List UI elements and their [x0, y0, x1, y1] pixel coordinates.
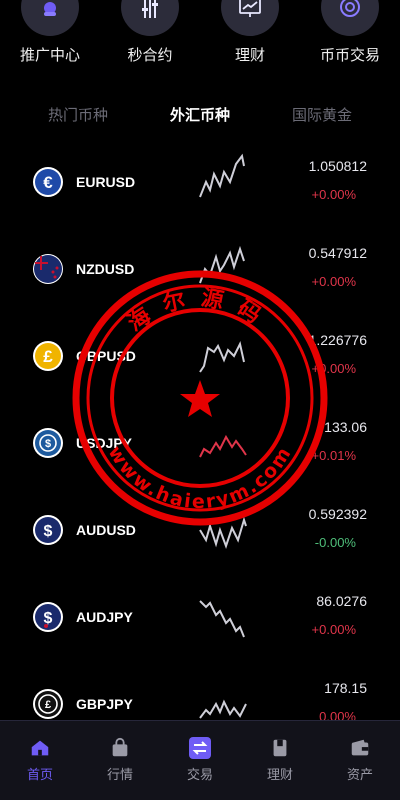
- market-price: 86.0276: [316, 593, 367, 609]
- sparkline: [199, 516, 247, 549]
- nav-label: 理财: [266, 767, 293, 782]
- market-tabs: 热门币种 外汇币种 国际黄金: [0, 104, 400, 128]
- quick-action-label: 理财: [234, 47, 265, 64]
- nav-trade[interactable]: 交易: [160, 721, 240, 800]
- nav-label: 资产: [346, 767, 373, 782]
- market-change: -0.00%: [314, 535, 356, 550]
- coin-trade-icon: [321, 0, 379, 36]
- usdjpy-flag-icon: $: [33, 428, 63, 458]
- market-symbol: GBPJPY: [76, 696, 133, 712]
- quick-action-label: 推广中心: [19, 47, 80, 64]
- market-row-gbpusd[interactable]: £ GBPUSD 1.226776 +0.00%: [0, 314, 400, 401]
- sparkline: [199, 434, 247, 458]
- market-symbol: AUDJPY: [76, 609, 133, 625]
- exchange-icon: [188, 736, 212, 760]
- market-price: 178.15: [324, 680, 367, 696]
- sparkline: [199, 245, 245, 284]
- quick-action-finance[interactable]: 理财: [200, 0, 300, 80]
- market-change: +0.00%: [311, 361, 356, 376]
- gbpusd-flag-icon: £: [33, 341, 63, 371]
- nav-label: 交易: [186, 767, 213, 782]
- home-icon: [28, 736, 52, 760]
- market-change: 0.00%: [319, 709, 356, 720]
- market-change: +0.01%: [311, 448, 356, 463]
- svg-text:£: £: [43, 347, 53, 366]
- market-change: +0.00%: [311, 622, 356, 637]
- market-row-audusd[interactable]: $ AUDUSD 0.592392 -0.00%: [0, 488, 400, 575]
- quick-action-promotion[interactable]: 推广中心: [0, 0, 100, 80]
- svg-text:$: $: [45, 438, 51, 450]
- audusd-flag-icon: $: [33, 515, 63, 545]
- nav-label: 首页: [26, 767, 53, 782]
- market-symbol: NZDUSD: [76, 261, 135, 277]
- sparkline: [199, 600, 245, 638]
- nav-wealth[interactable]: 理财: [240, 721, 320, 800]
- market-row-usdjpy[interactable]: $ USDJPY 133.06 +0.01%: [0, 401, 400, 488]
- market-symbol: USDJPY: [76, 435, 133, 451]
- market-row-eurusd[interactable]: € EURUSD 1.050812 +0.00%: [0, 140, 400, 227]
- market-price: 0.592392: [308, 506, 367, 522]
- market-change: +0.00%: [311, 274, 356, 289]
- wallet-icon: [348, 736, 372, 760]
- wealth-icon: [268, 736, 292, 760]
- market-symbol: GBPUSD: [76, 348, 136, 364]
- tab-forex[interactable]: 外汇币种: [150, 104, 250, 125]
- nav-assets[interactable]: 资产: [320, 721, 400, 800]
- market-symbol: AUDUSD: [76, 522, 136, 538]
- quick-action-label: 币币交易: [319, 47, 380, 64]
- market-list: € EURUSD 1.050812 +0.00% NZDUSD 0.547912…: [0, 140, 400, 720]
- quick-action-label: 秒合约: [127, 47, 173, 64]
- gbpjpy-flag-icon: £: [33, 689, 63, 719]
- sparkline: [199, 699, 247, 719]
- promotion-icon: [21, 0, 79, 36]
- svg-text:£: £: [45, 699, 51, 711]
- contract-icon: [121, 0, 179, 36]
- nav-market[interactable]: 行情: [80, 721, 160, 800]
- market-price: 133.06: [324, 419, 367, 435]
- market-price: 1.226776: [308, 332, 367, 348]
- sparkline: [199, 341, 245, 373]
- market-row-nzdusd[interactable]: NZDUSD 0.547912 +0.00%: [0, 227, 400, 314]
- bottom-nav: 首页 行情 交易 理财 资产: [0, 720, 400, 800]
- tab-hot-coins[interactable]: 热门币种: [28, 104, 128, 125]
- market-symbol: EURUSD: [76, 174, 136, 190]
- eurusd-flag-icon: €: [33, 167, 63, 197]
- market-row-audjpy[interactable]: $ AUDJPY 86.0276 +0.00%: [0, 575, 400, 662]
- nzdusd-flag-icon: [33, 254, 63, 284]
- tab-gold[interactable]: 国际黄金: [272, 104, 372, 125]
- quick-action-contract[interactable]: 秒合约: [100, 0, 200, 80]
- audjpy-flag-icon: $: [33, 602, 63, 632]
- quick-action-coin-trade[interactable]: 币币交易: [300, 0, 400, 80]
- market-price: 1.050812: [308, 158, 367, 174]
- nav-home[interactable]: 首页: [0, 721, 80, 800]
- quick-action-row: 推广中心 秒合约 理财 币币交易: [0, 0, 400, 80]
- sparkline: [199, 153, 245, 198]
- nav-label: 行情: [106, 767, 133, 782]
- market-bag-icon: [108, 736, 132, 760]
- market-change: +0.00%: [311, 187, 356, 202]
- market-row-gbpjpy[interactable]: £ GBPJPY 178.15 0.00%: [0, 662, 400, 720]
- svg-text:€: €: [43, 173, 53, 192]
- finance-icon: [221, 0, 279, 36]
- svg-text:$: $: [44, 523, 53, 540]
- market-price: 0.547912: [308, 245, 367, 261]
